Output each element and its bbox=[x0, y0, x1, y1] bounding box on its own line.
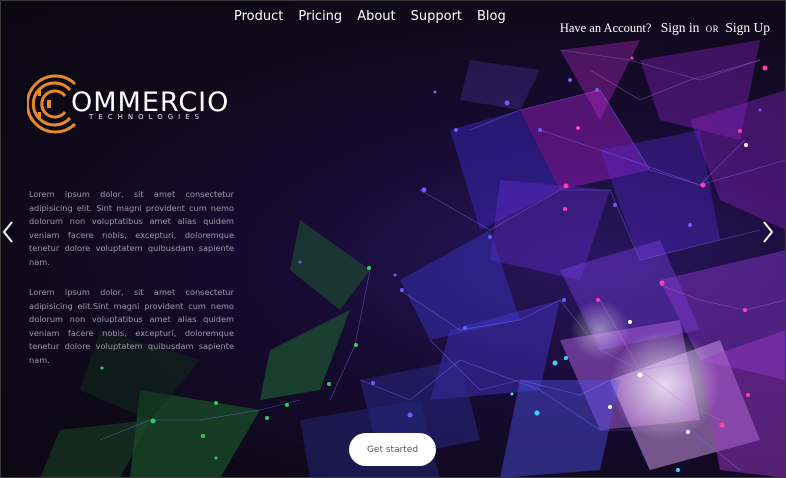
nav-item-pricing[interactable]: Pricing bbox=[298, 9, 342, 24]
get-started-button[interactable]: Get started bbox=[349, 433, 436, 466]
intro-paragraph-2: Lorem ipsum dolor, sit amet consectetur … bbox=[29, 287, 234, 365]
account-question: Have an Account? bbox=[559, 21, 652, 35]
nav-item-blog[interactable]: Blog bbox=[477, 9, 506, 24]
carousel-prev-button[interactable] bbox=[0, 218, 20, 246]
main-nav: Product Pricing About Support Blog bbox=[234, 9, 506, 24]
or-separator: OR bbox=[705, 24, 720, 34]
signup-link[interactable]: Sign Up bbox=[725, 20, 770, 35]
carousel-next-button[interactable] bbox=[760, 218, 780, 246]
nav-item-support[interactable]: Support bbox=[411, 9, 462, 24]
signin-link[interactable]: Sign in bbox=[661, 20, 700, 35]
hero-section: Product Pricing About Support Blog Have … bbox=[0, 0, 786, 478]
account-links: Have an Account? Sign in OR Sign Up bbox=[560, 20, 770, 36]
nav-item-about[interactable]: About bbox=[357, 9, 395, 24]
logo-tagline: TECHNOLOGIES bbox=[89, 113, 205, 121]
chevron-right-icon bbox=[763, 221, 774, 243]
nav-item-product[interactable]: Product bbox=[234, 9, 283, 24]
chevron-left-icon bbox=[2, 221, 13, 243]
intro-paragraph-1: Lorem ipsum dolor, sit amet consectetur … bbox=[29, 189, 234, 267]
commercio-logo[interactable]: OMMERCIO TECHNOLOGIES bbox=[27, 70, 267, 138]
